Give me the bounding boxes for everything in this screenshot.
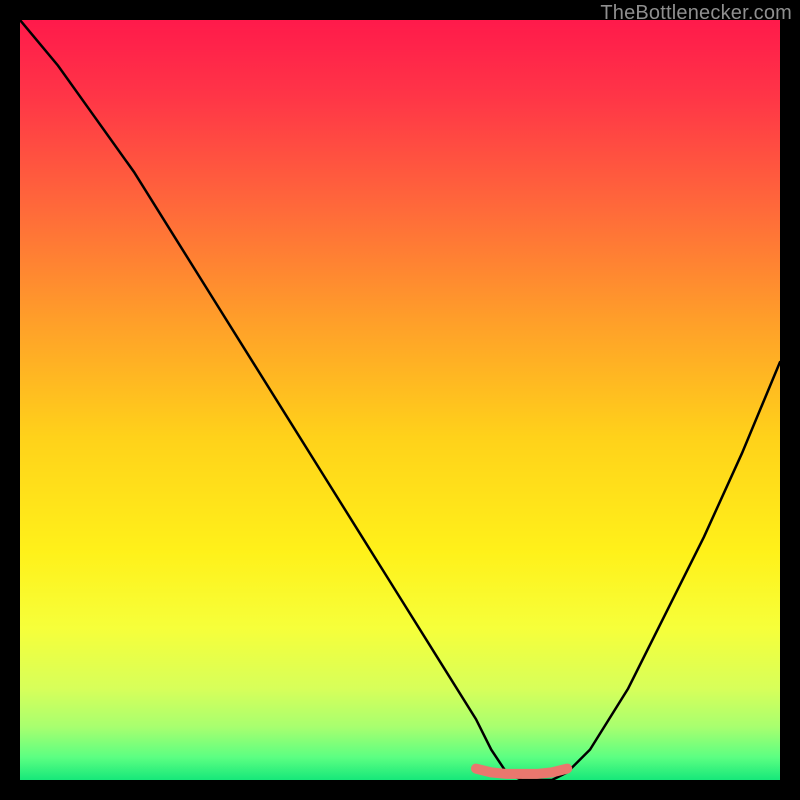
attribution-text: TheBottlenecker.com [600,2,792,25]
chart-frame [20,20,780,780]
gradient-background [20,20,780,780]
optimal-segment [476,769,567,774]
bottleneck-chart [20,20,780,780]
